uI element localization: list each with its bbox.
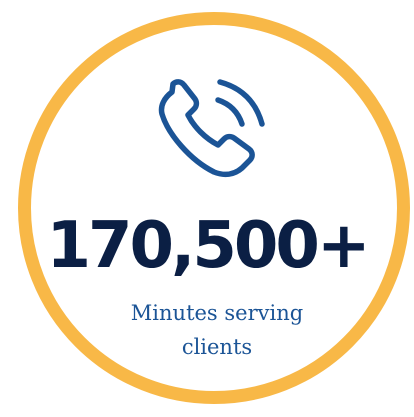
stat-caption: Minutes serving clients (130, 301, 304, 359)
stat-value: 170,500+ (46, 209, 370, 283)
phone-ringing-icon (158, 79, 265, 178)
stat-card: 170,500+ Minutes serving clients (0, 0, 414, 417)
